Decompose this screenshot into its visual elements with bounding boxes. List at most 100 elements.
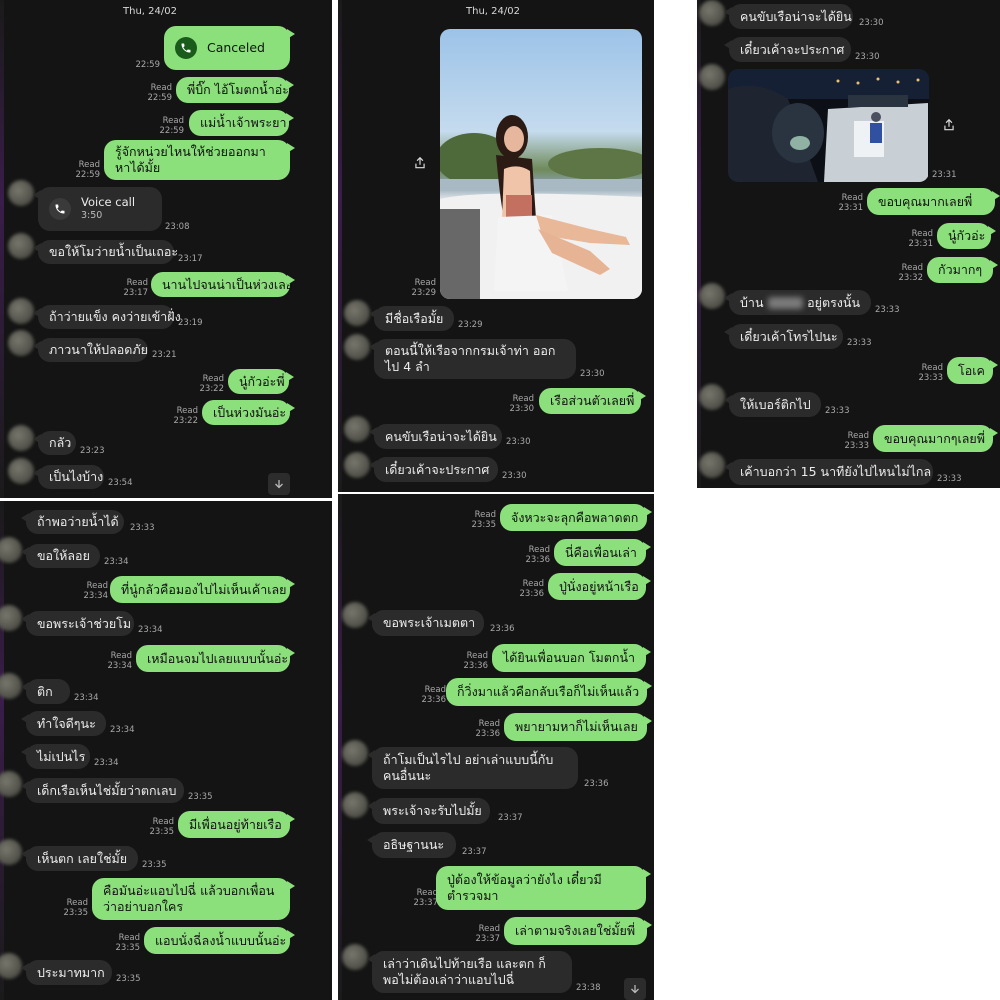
message-bubble[interactable]: ขอให้โมว่ายน้ำเป็นเถอะ xyxy=(33,240,178,264)
message-bubble[interactable]: พี่บิ๊ก ไอ้โมตกน้ำอ่ะ xyxy=(176,77,294,103)
message-bubble[interactable]: ติก xyxy=(21,679,70,704)
message-bubble[interactable]: นานไปจนน่าเป็นห่วงเลย xyxy=(151,272,295,297)
message-time: 23:54 xyxy=(108,478,133,488)
message-time: 23:34 xyxy=(107,661,133,671)
message-time: 22:59 xyxy=(159,126,185,136)
voice-call-bubble[interactable]: Voice call 3:50 xyxy=(33,187,162,231)
message-bubble[interactable]: ที่นู๋กลัวคือมองไปไม่เห็นเค้าเลย xyxy=(110,576,295,603)
read-receipt: Read xyxy=(478,719,500,729)
message-bubble[interactable]: ถ้าพอว่ายน้ำได้ xyxy=(21,510,124,534)
message-bubble[interactable]: ขอพระเจ้าช่วยโม xyxy=(21,611,134,636)
message-text: บ้าน xyxy=(740,294,764,310)
share-icon[interactable] xyxy=(411,154,429,172)
message-bubble[interactable]: เห็นตก เลยใช่มั้ย xyxy=(21,846,138,871)
canceled-call-bubble[interactable]: Canceled xyxy=(164,26,295,70)
read-receipt: Read xyxy=(150,83,172,93)
message-time: 23:35 xyxy=(471,520,497,530)
avatar xyxy=(0,537,22,563)
message-bubble[interactable]: ให้เบอร์ติกไป xyxy=(724,392,821,417)
message-time: 23:35 xyxy=(116,974,141,984)
message-time: 23:36 xyxy=(463,661,489,671)
message-time: 23:17 xyxy=(123,288,149,298)
message-bubble[interactable]: เล่าว่าเดินไปท้ายเรือ และตก ก็พอไม่ต้องเ… xyxy=(367,951,572,993)
message-bubble[interactable]: แอบนั่งฉี่ลงน้ำแบบนั้นอ่ะ xyxy=(144,927,295,954)
message-bubble[interactable]: แม่น้ำเจ้าพระยา xyxy=(189,110,294,136)
message-bubble[interactable]: เค้าบอกว่า 15 นาทียังไปไหนไม่ไกล xyxy=(724,459,933,485)
message-bubble[interactable]: บ้าน อยู่ตรงนั้น xyxy=(724,290,871,315)
message-bubble[interactable]: เด็กเรือเห็นไช่มั้ยว่าตกเลบ xyxy=(21,778,184,803)
message-bubble[interactable]: เป็นห่วงมันอ่ะ xyxy=(202,400,295,425)
canceled-call-label: Canceled xyxy=(207,40,265,55)
avatar xyxy=(342,792,368,818)
message-bubble[interactable]: คือมันอ่ะแอบไปฉี่ แล้วบอกเพื่อนว่าอย่าบอ… xyxy=(92,878,295,920)
read-receipt: Read xyxy=(416,888,438,898)
message-bubble[interactable]: ขอบคุณมากๆเลยพี่ xyxy=(873,425,998,452)
message-bubble[interactable]: กัวมากๆ xyxy=(927,257,998,283)
message-time: 23:31 xyxy=(908,239,934,249)
message-bubble[interactable]: พยายามหาก็ไม่เห็นเลย xyxy=(504,713,652,741)
chat-panel-3: คนขับเรือน่าจะได้ยิน 23:30 เดี๋ยวเค้าจะป… xyxy=(697,0,1000,488)
message-bubble[interactable]: เดี๋ยวเค้าโทรไปนะ xyxy=(724,324,843,349)
share-icon[interactable] xyxy=(940,116,958,134)
message-bubble[interactable]: นู๋กัวอ่ะ xyxy=(937,223,996,249)
shared-photo[interactable] xyxy=(440,29,642,299)
message-bubble[interactable]: นู๋กัวอ่ะพี่ xyxy=(228,369,294,394)
avatar xyxy=(699,384,725,410)
message-time: 23:36 xyxy=(490,624,515,634)
message-bubble[interactable]: โอเค xyxy=(947,357,998,384)
read-receipt: Read xyxy=(202,374,224,384)
read-receipt: Read xyxy=(512,394,534,404)
message-bubble[interactable]: ปู่นั่งอยู่หน้าเรือ xyxy=(548,573,651,600)
avatar xyxy=(8,330,34,356)
message-time: 23:22 xyxy=(199,384,225,394)
message-bubble[interactable]: มีเพื่อนอยู่ท้ายเรือ xyxy=(178,811,295,838)
message-bubble[interactable]: ก็วิ่งมาแล้วคือกลับเรือก็ไม่เห็นแล้ว xyxy=(446,678,652,706)
message-bubble[interactable]: คนขับเรือน่าจะได้ยิน xyxy=(724,4,853,29)
read-receipt: Read xyxy=(841,193,863,203)
avatar xyxy=(342,944,368,970)
message-time: 23:35 xyxy=(63,908,89,918)
message-time: 23:34 xyxy=(83,591,109,601)
message-bubble[interactable]: เดี๋ยวเค้าจะประกาศ xyxy=(369,457,498,482)
message-time: 22:59 xyxy=(75,170,101,180)
message-bubble[interactable]: ขอบคุณมากเลยพี่ xyxy=(867,188,1000,215)
scroll-down-button[interactable] xyxy=(268,473,290,495)
message-time: 23:34 xyxy=(138,625,163,635)
message-bubble[interactable]: เดี๋ยวเค้าจะประกาศ xyxy=(724,37,851,62)
message-bubble[interactable]: เป็นไงบ้าง xyxy=(33,465,104,489)
message-bubble[interactable]: เหมือนจมไปเลยแบบนั้นอ่ะ xyxy=(136,645,295,672)
avatar xyxy=(0,673,22,699)
message-bubble[interactable]: ประมาทมาก xyxy=(21,960,112,985)
message-bubble[interactable]: คนขับเรือน่าจะได้ยิน xyxy=(369,424,502,449)
message-time: 23:36 xyxy=(475,729,501,739)
read-receipt: Read xyxy=(901,263,923,273)
message-bubble[interactable]: มีชื่อเรือมั้ย xyxy=(369,306,454,331)
read-receipt: Read xyxy=(474,510,496,520)
avatar xyxy=(699,452,725,478)
scroll-down-button[interactable] xyxy=(624,978,646,1000)
message-bubble[interactable]: เรือส่วนตัวเลยพี่ xyxy=(539,388,646,414)
message-bubble[interactable]: อธิษฐานนะ xyxy=(367,832,456,858)
read-receipt: Read xyxy=(414,278,436,288)
avatar xyxy=(8,458,34,484)
message-bubble[interactable]: ขอให้ลอย xyxy=(21,544,100,568)
message-time: 23:21 xyxy=(152,350,177,360)
message-bubble[interactable]: ขอพระเจ้าเมตตา xyxy=(367,610,484,636)
message-bubble[interactable]: ทำใจดีๆนะ xyxy=(21,711,106,736)
message-bubble[interactable]: ตอนนี้ให้เรือจากกรมเจ้าท่า ออกไป 4 ลำ xyxy=(369,339,576,379)
message-bubble[interactable]: นี่คือเพื่อนเล่า xyxy=(554,539,651,566)
message-bubble[interactable]: พระเจ้าจะรับไปมั้ย xyxy=(367,798,490,824)
message-bubble[interactable]: กลัว xyxy=(33,431,76,455)
message-bubble[interactable]: ถ้าโมเป็นไรไป อย่าเล่าแบบนี้กับคนอื่นนะ xyxy=(367,747,578,789)
shared-photo[interactable] xyxy=(728,69,929,182)
message-bubble[interactable]: ปู่ต้องให้ข้อมูลว่ายังไง เดี๋ยวมีตำรวจมา xyxy=(436,866,651,910)
message-bubble[interactable]: ถ้าว่ายแข็ง คงว่ายเข้าฝั่ง xyxy=(33,305,181,329)
message-bubble[interactable]: ภาวนาให้ปลอดภัย xyxy=(33,338,148,362)
arrow-down-icon xyxy=(275,480,283,489)
message-bubble[interactable]: ได้ยินเพื่อนบอก โมตกน้ำ xyxy=(492,644,651,672)
message-bubble[interactable]: ไม่เปนไร xyxy=(21,744,90,769)
message-time: 23:23 xyxy=(80,446,105,456)
message-bubble[interactable]: รู้จักหน่วยไหนให้ช่วยออกมาหาได้มั้ย xyxy=(104,140,295,180)
message-bubble[interactable]: จังหวะจะลุกคือพลาดตก xyxy=(500,504,652,531)
message-bubble[interactable]: เล่าตามจริงเลยใช่มั้ยพี่ xyxy=(504,917,652,945)
